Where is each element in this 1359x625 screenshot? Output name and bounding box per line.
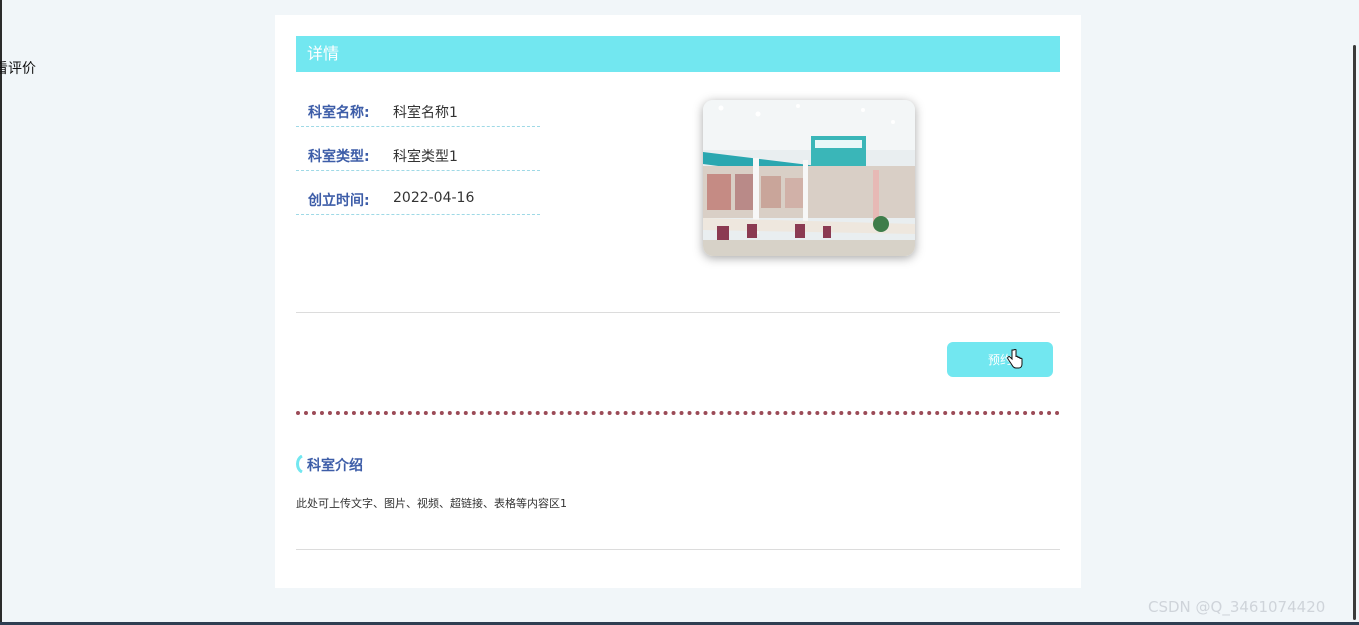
detail-card: 详情 科室名称: 科室名称1 科室类型: 科室类型1 创立时间: 2022-04… <box>275 15 1081 588</box>
field-label: 创立时间: <box>308 193 370 209</box>
field-department-name: 科室名称: 科室名称1 <box>296 97 540 127</box>
section-divider <box>296 312 1060 313</box>
intro-text: 此处可上传文字、图片、视频、超链接、表格等内容区1 <box>296 497 567 510</box>
preview-button[interactable]: 预约 <box>947 342 1053 377</box>
hand-pointer-icon <box>1007 349 1023 369</box>
field-value: 科室名称1 <box>393 105 458 121</box>
field-created-date: 创立时间: 2022-04-16 <box>296 185 540 215</box>
field-value: 科室类型1 <box>393 149 458 165</box>
field-label: 科室类型: <box>308 149 370 165</box>
detail-header: 详情 <box>296 36 1060 72</box>
dotted-separator <box>296 411 1060 415</box>
bottom-divider <box>296 549 1060 550</box>
side-nav-label[interactable]: 看评价 <box>0 58 36 78</box>
field-department-type: 科室类型: 科室类型1 <box>296 141 540 171</box>
field-value: 2022-04-16 <box>393 190 475 206</box>
intro-title: 科室介绍 <box>307 458 363 474</box>
window-left-border <box>0 0 2 625</box>
bracket-icon <box>296 455 303 473</box>
vertical-scrollbar[interactable] <box>1353 45 1356 620</box>
field-label: 科室名称: <box>308 105 370 121</box>
department-photo <box>703 100 915 256</box>
watermark: CSDN @Q_3461074420 <box>1148 598 1326 616</box>
